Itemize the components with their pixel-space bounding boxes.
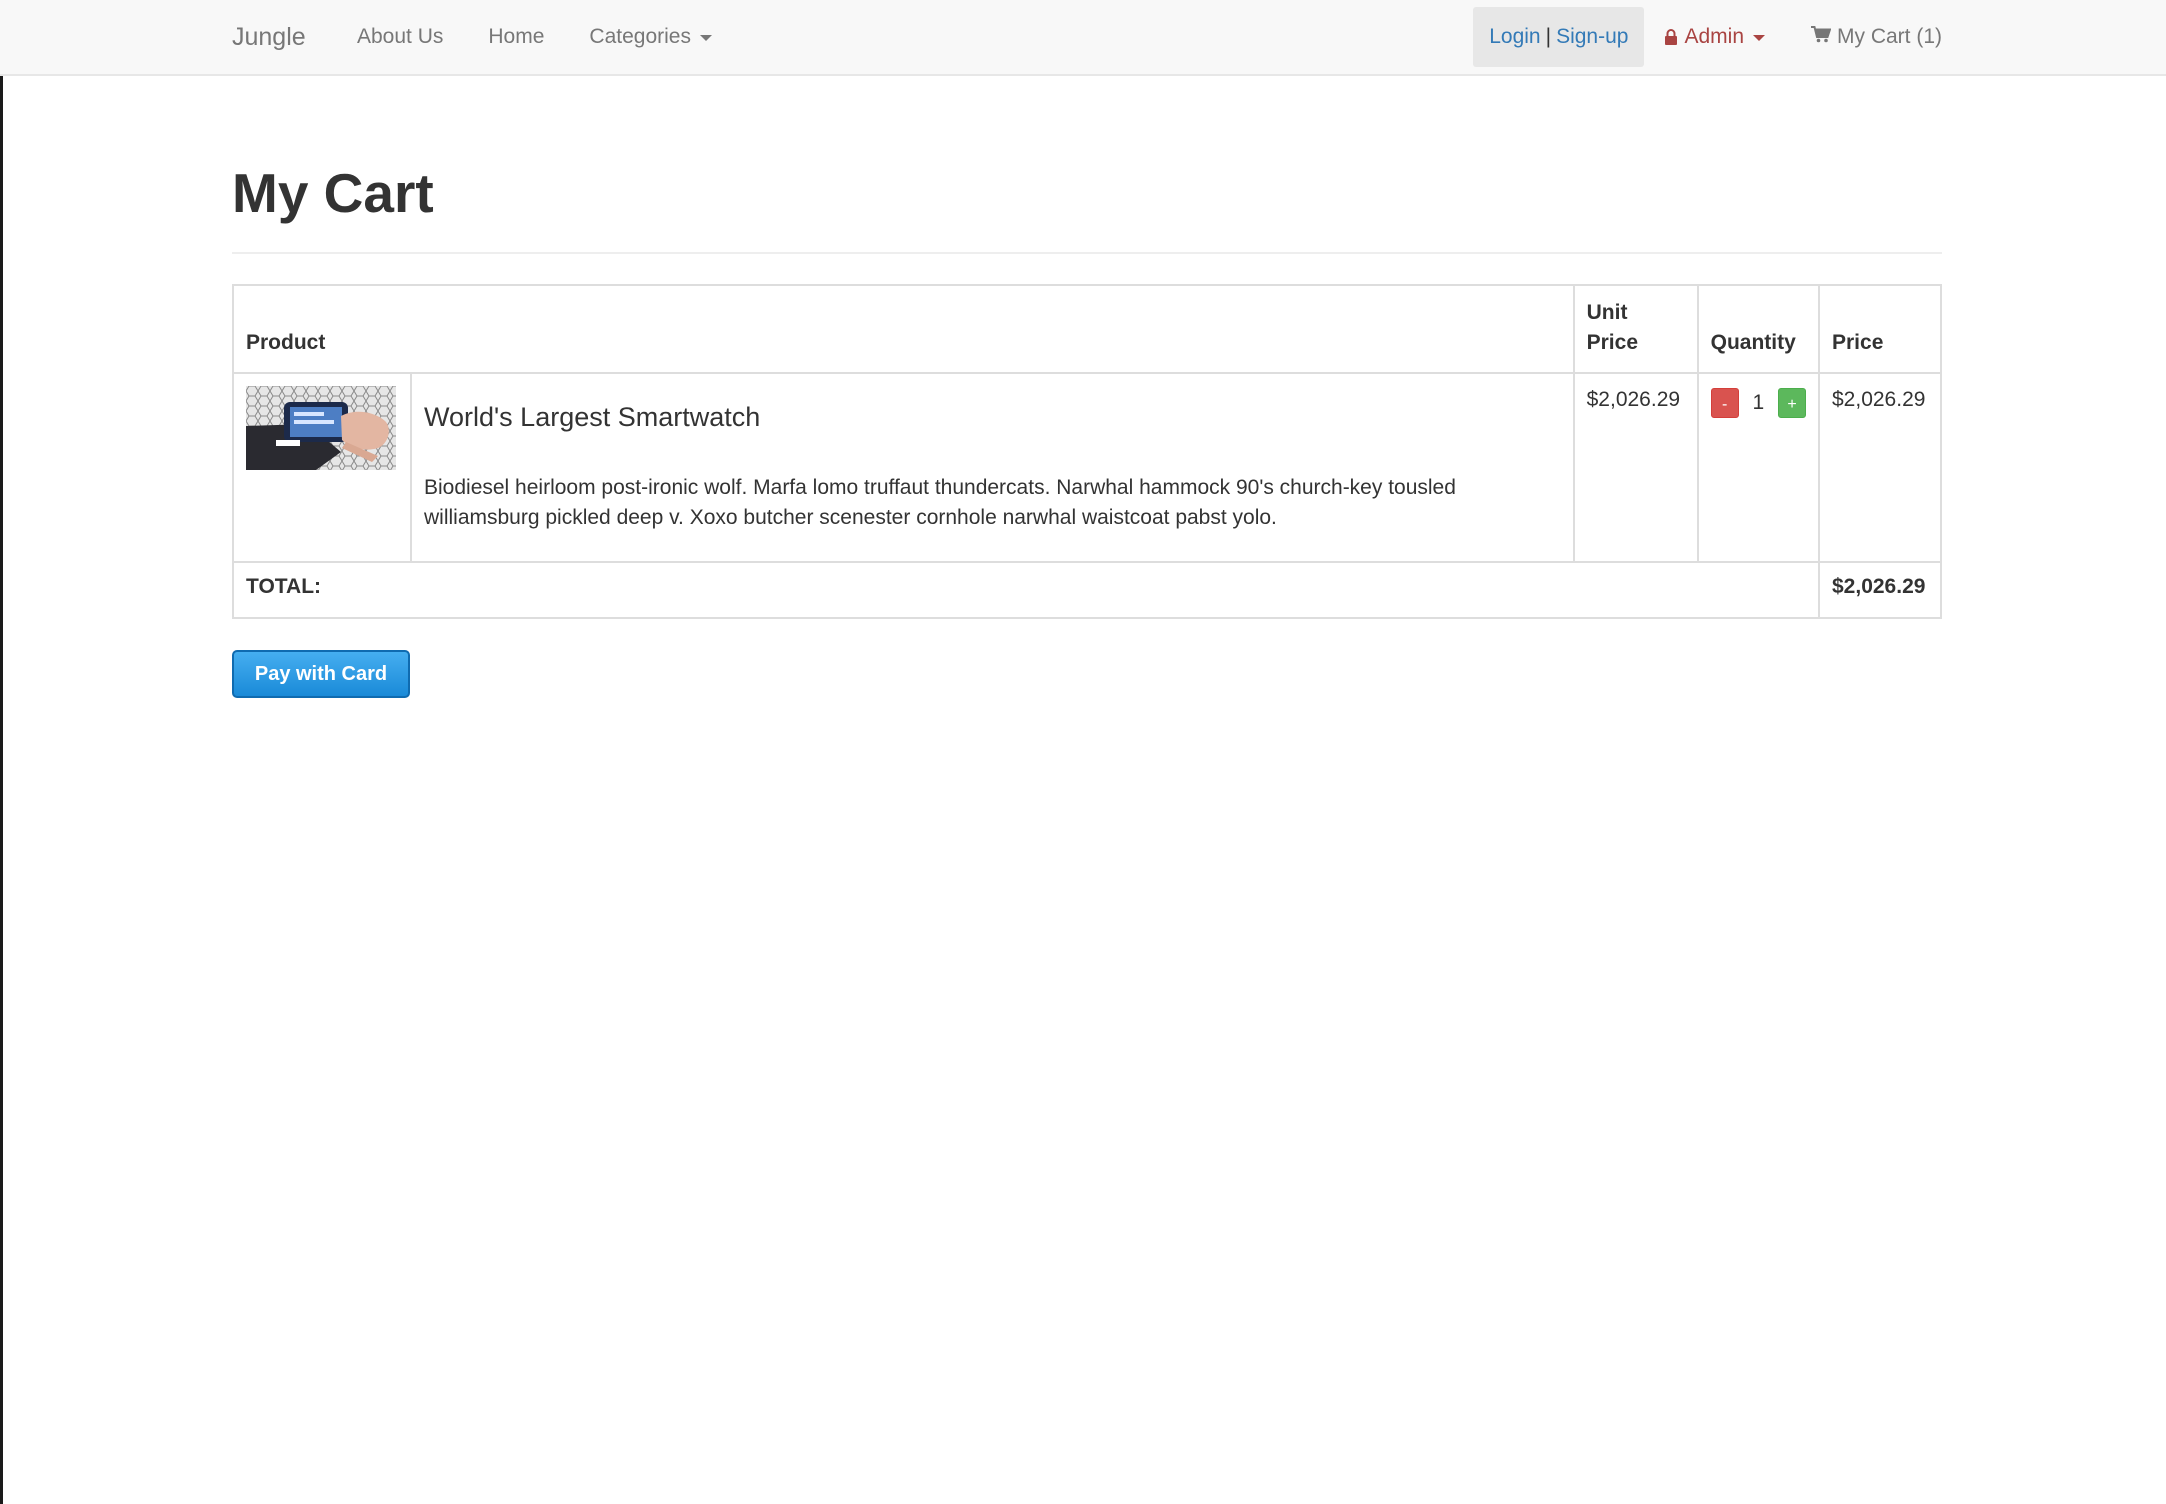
lock-icon [1664,29,1678,45]
product-image [246,386,396,470]
admin-dropdown[interactable]: Admin [1664,25,1765,49]
nav-right-links: Login | Sign-up Admin My Cart (1) [1473,0,1942,74]
total-label: TOTAL: [232,561,1820,620]
nav-about-us[interactable]: About Us [357,25,443,49]
login-signup-box: Login | Sign-up [1473,7,1645,67]
nav-categories-dropdown[interactable]: Categories [589,25,712,49]
header-unit-price-line1: Unit [1586,301,1628,324]
table-row: World's Largest Smartwatch Biodiesel hei… [232,371,1942,564]
my-cart-link[interactable]: My Cart (1) [1811,25,1942,49]
header-unit-price: Unit Price [1572,284,1699,374]
login-separator: | [1545,25,1552,48]
product-description: Biodiesel heirloom post-ironic wolf. Mar… [424,476,1456,530]
total-row: TOTAL: $2,026.29 [232,561,1942,620]
brand-link[interactable]: Jungle [232,0,306,74]
my-cart-label: My Cart (1) [1837,25,1942,48]
header-unit-price-line2: Price [1586,331,1638,354]
page-title: My Cart [232,162,434,224]
total-value: $2,026.29 [1818,561,1942,620]
signup-link[interactable]: Sign-up [1556,25,1628,49]
nav-categories-label: Categories [589,25,691,48]
unit-price-cell: $2,026.29 [1572,371,1699,564]
header-price: Price [1818,284,1942,374]
line-price-cell: $2,026.29 [1818,371,1942,564]
table-header-row: Product Unit Price Quantity Price [232,284,1942,374]
caret-down-icon [1753,35,1765,41]
caret-down-icon [699,35,712,41]
top-navbar: Jungle About Us Home Categories Login | … [0,0,2166,76]
decrease-quantity-button[interactable]: - [1710,388,1739,418]
product-details-cell: World's Largest Smartwatch Biodiesel hei… [410,371,1575,564]
window-edge [0,0,3,1504]
header-quantity: Quantity [1696,284,1821,374]
product-thumbnail-cell [232,371,412,564]
login-link[interactable]: Login [1489,25,1540,49]
quantity-stepper: - 1 + [1696,371,1821,564]
admin-label: Admin [1684,25,1744,48]
product-name: World's Largest Smartwatch [424,402,761,432]
title-divider [232,252,1942,254]
quantity-value: 1 [1752,391,1765,414]
nav-left-links: About Us Home Categories [357,0,712,74]
navbar-inner: Jungle About Us Home Categories Login | … [232,0,1942,74]
pay-with-card-button[interactable]: Pay with Card [232,650,410,698]
cart-table: Product Unit Price Quantity Price World'… [232,284,1942,620]
increase-quantity-button[interactable]: + [1778,388,1806,418]
shopping-cart-icon [1811,25,1832,49]
nav-home[interactable]: Home [488,25,544,49]
header-product: Product [232,284,1575,374]
